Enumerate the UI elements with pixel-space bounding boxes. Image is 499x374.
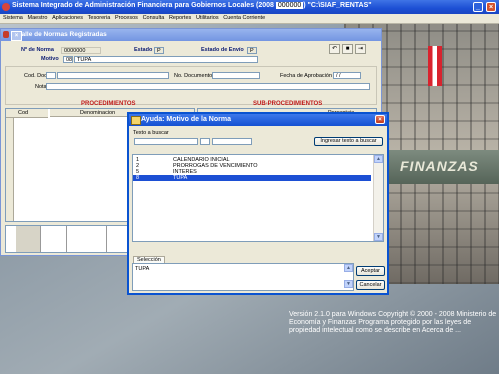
estado-envio-field: P [247, 47, 257, 54]
dialog-title-bar: Ayuda: Motivo de la Norma × [129, 114, 387, 126]
grid-cell [106, 226, 107, 252]
fecha-aprobacion-label: Fecha de Aprobación [280, 73, 332, 79]
list-item-selected[interactable]: 8 TUPA [133, 175, 371, 181]
close-button[interactable]: × [486, 2, 496, 12]
motivo-label: Motivo [41, 56, 59, 62]
nro-norma-label: Nº de Norma [21, 47, 54, 53]
grid-cell [66, 226, 67, 252]
menu-item-sistema[interactable]: Sistema [3, 14, 23, 23]
menu-item-consulta[interactable]: Consulta [143, 14, 165, 23]
child-window-title-bar: Detalle de Normas Registradas × [1, 29, 381, 41]
child-close-button[interactable]: × [11, 31, 22, 41]
selection-field[interactable]: TUPA [132, 263, 354, 291]
motivo-field[interactable]: TUPA [74, 56, 258, 63]
search-input-2[interactable] [200, 138, 210, 145]
documento-group: Cod. Doc. No. Documento Fecha de Aprobac… [5, 66, 377, 105]
motivo-list[interactable]: 1 CALENDARIO INICIAL 2 PRORROGAS DE VENCIM… [132, 154, 384, 242]
notas-field[interactable] [46, 83, 370, 90]
title-id: 000000 [275, 2, 304, 9]
estado-label: Estado [134, 47, 153, 53]
ayuda-motivo-dialog: Ayuda: Motivo de la Norma × Texto a busc… [127, 112, 389, 295]
cod-doc-field[interactable] [46, 72, 56, 79]
dialog-title: Ayuda: Motivo de la Norma [141, 116, 231, 123]
list-scrollbar[interactable]: ▲ ▼ [373, 155, 383, 241]
col-cod-header: Cod [6, 109, 48, 118]
copyright-text: Versión 2.1.0 para Windows Copyright © 2… [289, 311, 497, 334]
selection-tab: Selección [133, 256, 165, 263]
row-indicator [6, 118, 14, 221]
menu-item-tesoreria[interactable]: Tesoreria [88, 14, 111, 23]
menu-item-maestro[interactable]: Maestro [28, 14, 48, 23]
accept-button[interactable]: Aceptar [356, 266, 385, 276]
search-button[interactable]: Ingresar texto a buscar [314, 137, 383, 146]
window-icon [3, 31, 9, 38]
selection-up-icon[interactable]: ▲ [344, 264, 353, 272]
peru-flag-image [428, 46, 442, 86]
procedimientos-header: PROCEDIMIENTOS [81, 101, 136, 107]
cod-doc-desc-field[interactable] [57, 72, 169, 79]
subprocedimientos-header: SUB-PROCEDIMIENTOS [253, 101, 323, 107]
scroll-down-icon[interactable]: ▼ [374, 233, 383, 241]
dialog-close-button[interactable]: × [375, 115, 385, 124]
app-title-bar: Sistema Integrado de Administración Fina… [0, 0, 499, 14]
menu-bar: Sistema Maestro Aplicaciones Tesoreria P… [0, 14, 499, 24]
folder-icon [131, 116, 141, 125]
exit-icon[interactable]: ⇥ [355, 44, 366, 54]
minimize-button[interactable]: _ [473, 2, 483, 12]
grid-cell [16, 226, 41, 252]
estado-envio-label: Estado de Envío [201, 47, 244, 53]
menu-item-cuenta-corriente[interactable]: Cuenta Corriente [223, 14, 265, 23]
menu-item-aplicaciones[interactable]: Aplicaciones [52, 14, 83, 23]
finanzas-sign: FINANZAS [380, 150, 499, 184]
save-icon[interactable]: ■ [342, 44, 353, 54]
search-input-3[interactable] [212, 138, 252, 145]
search-label: Texto a buscar [133, 130, 169, 136]
cod-doc-label: Cod. Doc. [24, 73, 49, 79]
menu-item-procesos[interactable]: Procesos [115, 14, 138, 23]
scroll-up-icon[interactable]: ▲ [374, 155, 383, 163]
search-input[interactable] [134, 138, 198, 145]
cancel-button[interactable]: Cancelar [356, 280, 385, 290]
child-window-title: Detalle de Normas Registradas [11, 31, 107, 38]
no-documento-label: No. Documento [174, 73, 213, 79]
no-documento-field[interactable] [212, 72, 260, 79]
motivo-code-field[interactable]: 08 [63, 56, 73, 63]
menu-item-utilitarios[interactable]: Utilitarios [196, 14, 219, 23]
estado-field: P [154, 47, 164, 54]
undo-button[interactable]: ↶ [329, 44, 340, 54]
app-title: Sistema Integrado de Administración Fina… [12, 2, 372, 9]
app-icon [2, 3, 10, 11]
selection-down-icon[interactable]: ▼ [344, 280, 353, 288]
nro-norma-field: 0000000 [61, 47, 101, 54]
fecha-aprobacion-field[interactable]: / / [333, 72, 361, 79]
menu-item-reportes[interactable]: Reportes [169, 14, 191, 23]
